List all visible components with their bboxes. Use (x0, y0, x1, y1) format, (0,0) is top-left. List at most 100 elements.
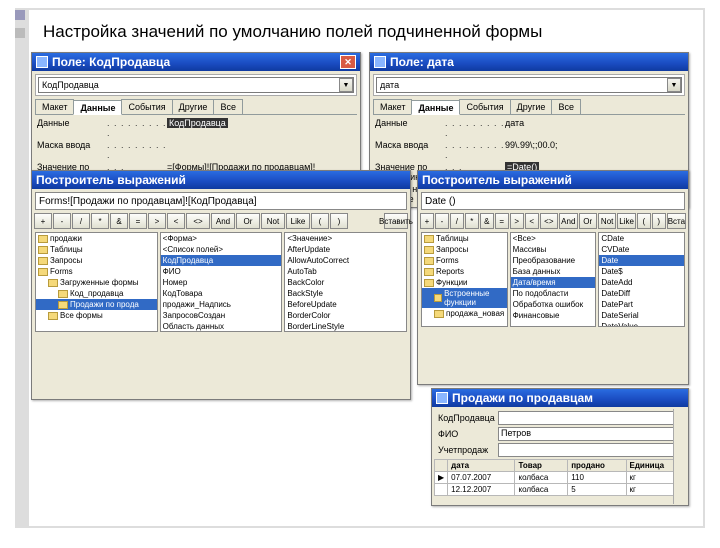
tree-item[interactable]: Запросы (422, 244, 507, 255)
operator-button[interactable]: & (110, 213, 128, 229)
table-row[interactable]: 12.12.2007колбаса5кг (435, 484, 686, 496)
list-item[interactable]: Date$ (599, 266, 684, 277)
operator-button[interactable]: < (525, 213, 539, 229)
tree-item[interactable]: продажи (36, 233, 157, 244)
list-item[interactable]: AfterUpdate (285, 244, 406, 255)
close-icon[interactable]: ✕ (340, 55, 356, 69)
dropdown-icon[interactable]: ▼ (339, 78, 353, 92)
operator-button[interactable]: ( (637, 213, 651, 229)
list-item[interactable]: Номер (161, 277, 282, 288)
list-item[interactable]: AutoTab (285, 266, 406, 277)
tree-item[interactable]: Таблицы (36, 244, 157, 255)
list-item[interactable]: КодПродавца (161, 255, 282, 266)
form-input[interactable] (498, 443, 682, 457)
list-item[interactable]: Область данных (161, 321, 282, 332)
column-header[interactable]: дата (448, 460, 515, 472)
operator-button[interactable]: & (480, 213, 494, 229)
list-item[interactable]: BorderLineStyle (285, 321, 406, 332)
list-item[interactable]: Преобразование (511, 255, 596, 266)
form-input[interactable]: Петров (498, 427, 682, 441)
titlebar[interactable]: Поле: дата (370, 53, 688, 71)
operator-button[interactable]: ) (330, 213, 348, 229)
titlebar[interactable]: Построитель выражений (418, 171, 688, 189)
list-item[interactable]: DatePart (599, 299, 684, 310)
operator-button[interactable]: > (148, 213, 166, 229)
table-row[interactable]: ▶07.07.2007колбаса110кг (435, 472, 686, 484)
operator-button[interactable]: * (465, 213, 479, 229)
operator-button[interactable]: Not (261, 213, 285, 229)
list-item[interactable]: CDate (599, 233, 684, 244)
list-item[interactable]: ФИО (161, 266, 282, 277)
operator-button[interactable]: / (450, 213, 464, 229)
list-item[interactable]: CVDate (599, 244, 684, 255)
list-item[interactable]: База данных (511, 266, 596, 277)
tab-Данные[interactable]: Данные (411, 100, 460, 115)
operator-button[interactable]: - (53, 213, 71, 229)
list-item[interactable]: AllowAutoCorrect (285, 255, 406, 266)
list-item[interactable]: продажи_Надпись (161, 299, 282, 310)
list-item[interactable]: Финансовые (511, 310, 596, 321)
tree-item[interactable]: Forms (422, 255, 507, 266)
tree-item[interactable]: Продажи по прода (36, 299, 157, 310)
list-item[interactable]: DateDiff (599, 288, 684, 299)
list-item[interactable]: <Все> (511, 233, 596, 244)
operator-button[interactable]: + (420, 213, 434, 229)
operator-button[interactable]: <> (540, 213, 558, 229)
operator-button[interactable]: + (34, 213, 52, 229)
titlebar[interactable]: Поле: КодПродавца ✕ (32, 53, 360, 71)
list-item[interactable]: Обработка ошибок (511, 299, 596, 310)
tab-События[interactable]: События (121, 99, 172, 114)
list-item[interactable]: <Список полей> (161, 244, 282, 255)
tree-item[interactable]: Запросы (36, 255, 157, 266)
paste-button[interactable]: Вста (667, 213, 686, 229)
list-item[interactable]: По подобласти (511, 288, 596, 299)
operator-button[interactable]: / (72, 213, 90, 229)
tree-item[interactable]: Загруженные формы (36, 277, 157, 288)
expression-input[interactable]: Date () (421, 192, 685, 210)
operator-button[interactable]: Like (286, 213, 310, 229)
operator-button[interactable]: <> (186, 213, 210, 229)
list-item[interactable]: Массивы (511, 244, 596, 255)
field-name-input[interactable]: дата ▼ (376, 77, 682, 93)
column-header[interactable]: Товар (515, 460, 568, 472)
operator-button[interactable]: Or (579, 213, 597, 229)
tab-Другие[interactable]: Другие (172, 99, 215, 114)
titlebar[interactable]: Продажи по продавцам (432, 389, 688, 407)
list-item[interactable]: Дата/время (511, 277, 596, 288)
property-row[interactable]: Маска ввода. . . . . . . . . .99\.99\;;0… (373, 139, 685, 161)
category-tree[interactable]: ТаблицыЗапросыFormsReportsФункцииВстроен… (421, 232, 508, 327)
list-item[interactable]: BorderColor (285, 310, 406, 321)
form-input[interactable] (498, 411, 682, 425)
operator-button[interactable]: Not (598, 213, 616, 229)
tree-item[interactable]: Таблицы (422, 233, 507, 244)
tree-item[interactable]: Forms (36, 266, 157, 277)
list-item[interactable]: DateValue (599, 321, 684, 327)
operator-button[interactable]: Like (617, 213, 635, 229)
list-item[interactable]: DateAdd (599, 277, 684, 288)
category-tree[interactable]: продажиТаблицыЗапросыFormsЗагруженные фо… (35, 232, 158, 332)
list-item[interactable]: ЗапросовСоздан (161, 310, 282, 321)
operator-button[interactable]: = (129, 213, 147, 229)
tree-item[interactable]: Все формы (36, 310, 157, 321)
operator-button[interactable]: ) (652, 213, 666, 229)
list-item[interactable]: BackColor (285, 277, 406, 288)
field-list[interactable]: <Форма><Список полей>КодПродавцаФИОНомер… (160, 232, 283, 332)
value-list[interactable]: CDateCVDateDateDate$DateAddDateDiffDateP… (598, 232, 685, 327)
tree-item[interactable]: Встроенные функции (422, 288, 507, 308)
tab-Макет[interactable]: Макет (35, 99, 74, 114)
property-list[interactable]: <Значение>AfterUpdateAllowAutoCorrectAut… (284, 232, 407, 332)
operator-button[interactable]: And (211, 213, 235, 229)
operator-button[interactable]: - (435, 213, 449, 229)
scrollbar[interactable] (673, 409, 687, 504)
operator-button[interactable]: > (510, 213, 524, 229)
expression-input[interactable]: Forms![Продажи по продавцам]![КодПродавц… (35, 192, 407, 210)
list-item[interactable]: BackStyle (285, 288, 406, 299)
tree-item[interactable]: продажа_новая (422, 308, 507, 319)
field-name-input[interactable]: КодПродавца ▼ (38, 77, 354, 93)
operator-button[interactable]: And (559, 213, 577, 229)
property-row[interactable]: Маска ввода. . . . . . . . . . (35, 139, 357, 161)
tree-item[interactable]: Функции (422, 277, 507, 288)
operator-button[interactable]: = (495, 213, 509, 229)
tree-item[interactable]: Reports (422, 266, 507, 277)
list-item[interactable]: <Форма> (161, 233, 282, 244)
